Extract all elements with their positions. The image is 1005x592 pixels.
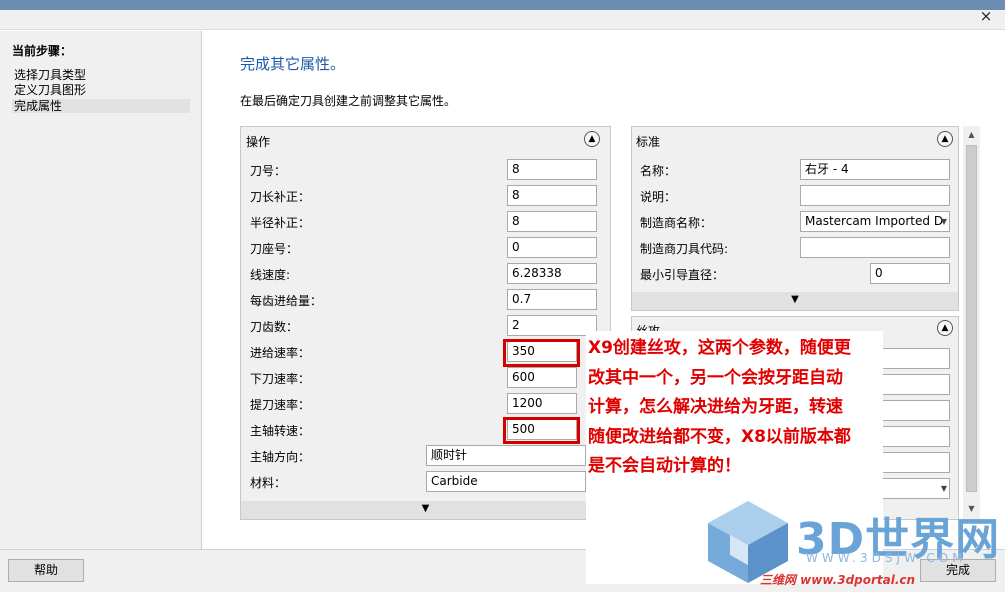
annotation-line: 改其中一个，另一个会按牙距自动 (588, 367, 843, 388)
surface-speed-input[interactable]: 6.28338 (507, 263, 597, 284)
retract-rate-input[interactable]: 1200 (507, 393, 577, 414)
scroll-thumb[interactable] (966, 145, 977, 492)
help-button[interactable]: 帮助 (8, 559, 84, 582)
tap-field-2[interactable] (878, 374, 950, 395)
spindle-direction-label: 主轴方向： (250, 450, 311, 464)
manufacturer-name-select[interactable]: Mastercam Imported D ▼ (800, 211, 950, 232)
length-offset-input[interactable]: 8 (507, 185, 597, 206)
watermark-footer: 三维网 www.3dportal.cn (760, 573, 916, 587)
retract-rate-label: 提刀速率： (250, 398, 311, 412)
annotation-text: X9创建丝攻，这两个参数，随便更 改其中一个，另一个会按牙距自动 计算，怎么解决… (586, 334, 883, 482)
annotation-line: 计算，怎么解决进给为牙距，转速 (588, 397, 843, 417)
min-pilot-diameter-label: 最小引导直径： (640, 268, 725, 282)
name-input[interactable]: 右牙 - 4 (800, 159, 950, 180)
operations-panel-title: 操作 (246, 135, 271, 149)
chevron-up-icon[interactable]: ▲ (937, 131, 953, 147)
spindle-speed-highlight (503, 417, 580, 444)
spindle-speed-label: 主轴转速： (250, 424, 311, 438)
tool-number-label: 刀号： (250, 164, 287, 178)
min-pilot-diameter-input[interactable]: 0 (870, 263, 950, 284)
manufacturer-tool-code-input[interactable] (800, 237, 950, 258)
watermark-url: WWW.3DSJW.COM (806, 551, 967, 565)
feed-rate-highlight (503, 339, 580, 367)
chevron-down-icon[interactable]: ▼ (632, 292, 958, 310)
surface-speed-label: 线速度: (250, 268, 291, 282)
sidebar-heading: 当前步骤： (12, 44, 73, 58)
flute-count-label: 刀齿数： (250, 320, 299, 334)
annotation-line: X9创建丝攻，这两个参数，随便更 (588, 338, 851, 358)
tap-field-4[interactable] (878, 426, 950, 447)
feed-rate-label: 进给速率： (250, 346, 311, 360)
annotation-line: 随便改进给都不变，X8以前版本都 (588, 426, 851, 447)
title-bar-strip (0, 0, 1005, 10)
manufacturer-tool-code-label: 制造商刀具代码: (640, 242, 729, 256)
sidebar-item-define-tool-geometry[interactable]: 定义刀具图形 (12, 83, 190, 97)
manufacturer-name-label: 制造商名称： (640, 216, 713, 230)
diameter-offset-label: 半径补正： (250, 216, 311, 230)
tool-number-input[interactable]: 8 (507, 159, 597, 180)
spindle-direction-select[interactable]: 顺时针 (426, 445, 586, 466)
description-label: 说明： (640, 190, 677, 204)
manufacturer-name-value: Mastercam Imported D (805, 214, 944, 228)
tap-field-5[interactable] (878, 452, 950, 473)
chevron-down-icon[interactable]: ▼ (241, 501, 610, 519)
tap-field-1[interactable] (878, 348, 950, 369)
page-title: 完成其它属性。 (240, 55, 346, 73)
dropdown-arrow-icon[interactable]: ▼ (941, 479, 947, 498)
material-select[interactable]: Carbide (426, 471, 586, 492)
sidebar-item-finish-properties[interactable]: 完成属性 (12, 99, 190, 113)
length-offset-label: 刀长补正： (250, 190, 311, 204)
sidebar-item-select-tool-type[interactable]: 选择刀具类型 (12, 68, 190, 82)
tap-select[interactable]: ▼ (878, 478, 950, 499)
feed-per-tooth-label: 每齿进给量： (250, 294, 323, 308)
plunge-rate-input[interactable]: 600 (507, 367, 577, 388)
feed-per-tooth-input[interactable]: 0.7 (507, 289, 597, 310)
close-icon[interactable]: × (975, 7, 997, 25)
material-label: 材料： (250, 476, 287, 490)
description-input[interactable] (800, 185, 950, 206)
holder-number-label: 刀座号： (250, 242, 299, 256)
chevron-up-icon[interactable]: ▲ (584, 131, 600, 147)
name-label: 名称： (640, 164, 677, 178)
flute-count-input[interactable]: 2 (507, 315, 597, 336)
tap-field-3[interactable] (878, 400, 950, 421)
annotation-line: 是不会自动计算的！ (588, 456, 741, 476)
scroll-up-icon[interactable]: ▲ (963, 126, 980, 143)
dropdown-arrow-icon[interactable]: ▼ (941, 212, 947, 231)
diameter-offset-input[interactable]: 8 (507, 211, 597, 232)
plunge-rate-label: 下刀速率： (250, 372, 311, 386)
chevron-up-icon[interactable]: ▲ (937, 320, 953, 336)
standard-panel-title: 标准 (636, 135, 661, 149)
page-description: 在最后确定刀具创建之前调整其它属性。 (240, 94, 457, 108)
holder-number-input[interactable]: 0 (507, 237, 597, 258)
